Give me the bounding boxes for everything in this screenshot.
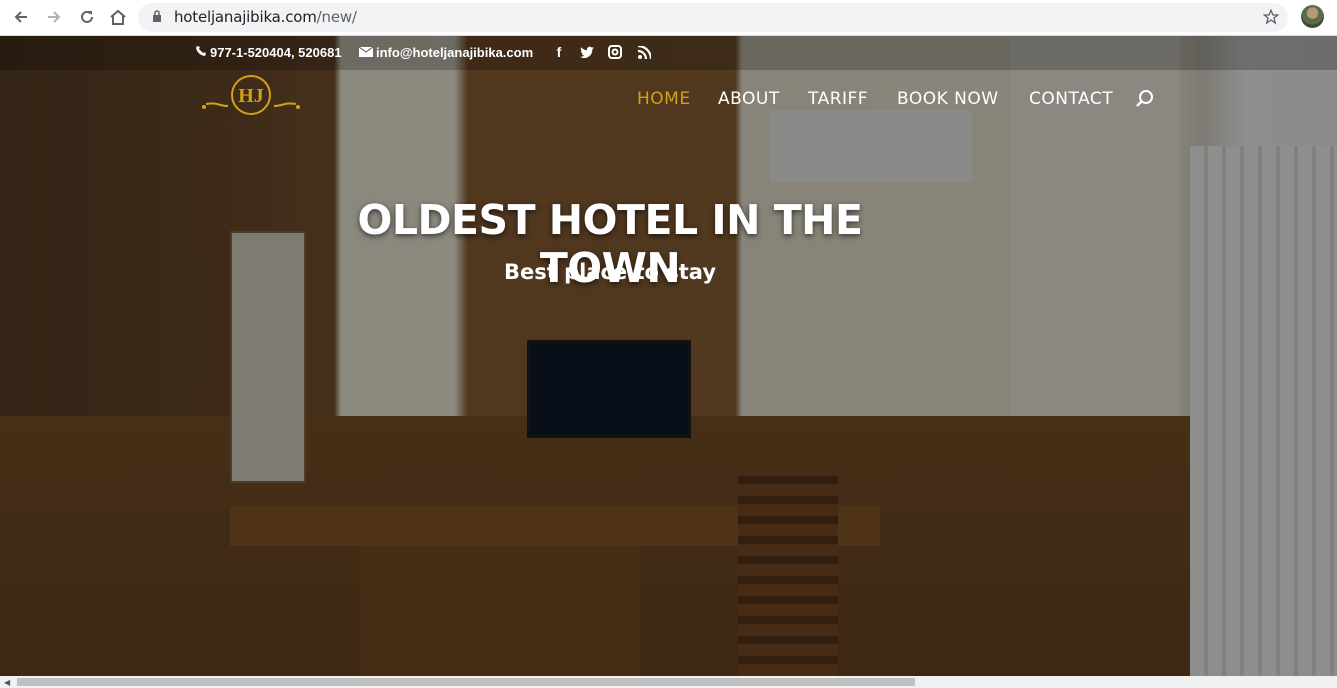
email-contact[interactable]: info@hoteljanajibika.com — [358, 45, 534, 60]
hotel-logo[interactable]: HJ — [198, 74, 304, 120]
hero-section: 977-1-520404, 520681 info@hoteljanajibik… — [0, 36, 1337, 676]
back-arrow-icon[interactable] — [10, 6, 32, 28]
forward-arrow-icon[interactable] — [43, 6, 65, 28]
scroll-left-icon[interactable]: ◀ — [4, 678, 10, 687]
hero-overlay — [0, 36, 1337, 676]
rss-icon[interactable] — [636, 44, 652, 60]
facebook-icon[interactable]: f — [551, 44, 567, 60]
email-address: info@hoteljanajibika.com — [376, 45, 534, 60]
profile-avatar[interactable] — [1301, 5, 1324, 28]
url-host: hoteljanajibika.com — [174, 8, 317, 26]
star-icon[interactable] — [1262, 8, 1280, 30]
url-path: /new/ — [316, 8, 357, 26]
nav-home[interactable]: HOME — [637, 89, 691, 109]
hero-subtitle: Best place to stay — [503, 260, 717, 284]
phone-icon — [195, 45, 207, 60]
scrollbar-thumb[interactable] — [17, 678, 915, 686]
instagram-icon[interactable] — [607, 44, 623, 60]
nav-book-now[interactable]: BOOK NOW — [897, 89, 999, 109]
nav-about[interactable]: ABOUT — [718, 89, 780, 109]
phone-contact[interactable]: 977-1-520404, 520681 — [195, 45, 342, 60]
browser-toolbar: hoteljanajibika.com/new/ — [0, 0, 1337, 36]
reload-icon[interactable] — [76, 6, 98, 28]
home-icon[interactable] — [107, 6, 129, 28]
search-icon[interactable] — [1134, 88, 1156, 110]
horizontal-scrollbar[interactable]: ◀ — [0, 676, 1337, 688]
lock-icon[interactable] — [152, 10, 162, 28]
logo-text: HJ — [238, 85, 264, 107]
phone-number: 977-1-520404, 520681 — [210, 45, 342, 60]
twitter-icon[interactable] — [579, 44, 595, 60]
nav-tariff[interactable]: TARIFF — [808, 89, 868, 109]
url-text[interactable]: hoteljanajibika.com/new/ — [174, 8, 357, 26]
envelope-icon — [358, 45, 374, 60]
nav-contact[interactable]: CONTACT — [1029, 89, 1113, 109]
